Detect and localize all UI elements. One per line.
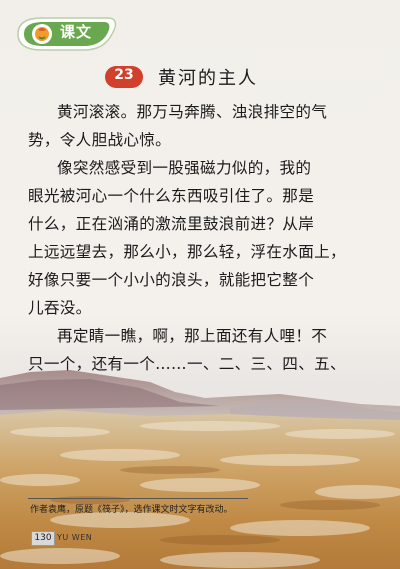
body-line: 再定睛一瞧，啊，那上面还有人哩！不 (57, 327, 328, 345)
body-line: 像突然感受到一股强磁力似的，我的 (57, 159, 312, 177)
body-line: 眼光被河心一个什么东西吸引住了。那是 (28, 187, 315, 205)
body-line: 势，令人胆战心惊。 (28, 131, 172, 149)
body-line: 只一个，还有一个……一、二、三、四、五、 (28, 355, 346, 373)
textbook-page: 课文 23 黄河的主人 黄河滚滚。那万马奔腾、浊浪排空的气 势，令人胆战心惊。 … (0, 0, 400, 569)
page-number: 130 (31, 531, 55, 546)
body-line: 什么，正在汹涌的激流里鼓浪前进？从岸 (28, 215, 315, 233)
body-line: 儿吞没。 (28, 299, 92, 317)
lesson-badge-label: 课文 (60, 23, 93, 41)
body-line: 上远远望去，那么小，那么轻，浮在水面上， (28, 243, 346, 261)
footnote-divider (28, 498, 248, 499)
footnote: 作者袁鹰，原题《筏子》，选作课文时文字有改动。 (30, 505, 233, 515)
subject-label: YU WEN (57, 533, 93, 542)
body-line: 好像只要一个小小的浪头，就能把它整个 (28, 271, 315, 289)
lesson-number: 23 (114, 67, 134, 83)
body-line: 黄河滚滚。那万马奔腾、浊浪排空的气 (57, 103, 328, 121)
lesson-title: 黄河的主人 (158, 68, 258, 89)
